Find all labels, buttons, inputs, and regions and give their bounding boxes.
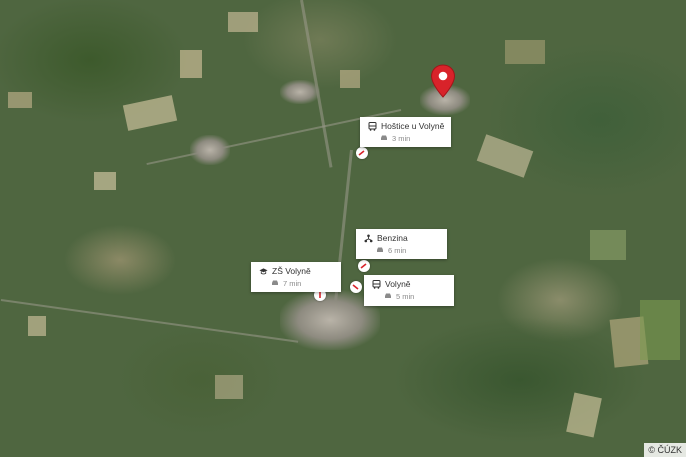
car-icon [380, 134, 389, 143]
poi-travel-time: 5 min [396, 292, 415, 301]
poi-travel-time: 6 min [388, 246, 407, 255]
field-patch [640, 300, 680, 360]
field-patch [122, 95, 178, 131]
satellite-map[interactable]: Hoštice u Volyně 3 min Benzina 6 min ZŠ … [0, 0, 686, 457]
route-marker[interactable] [350, 281, 362, 293]
field-patch [340, 70, 360, 88]
poi-name: Hoštice u Volyně [381, 121, 445, 131]
field-patch [476, 134, 534, 178]
field-patch [94, 172, 116, 190]
car-icon [384, 292, 393, 301]
field-patch [228, 12, 258, 32]
town-area [190, 135, 230, 165]
poi-card-benzina[interactable]: Benzina 6 min [356, 229, 447, 259]
poi-card-zs-volyne[interactable]: ZŠ Volyně 7 min [251, 262, 341, 292]
poi-travel-time: 7 min [283, 279, 302, 288]
field-patch [180, 50, 202, 78]
poi-name: ZŠ Volyně [272, 266, 311, 276]
school-icon [259, 267, 268, 276]
field-patch [566, 392, 602, 438]
town-area [280, 80, 320, 104]
car-icon [271, 279, 280, 288]
poi-name: Volyně [385, 279, 411, 289]
fuel-network-icon [364, 234, 373, 243]
car-icon [376, 246, 385, 255]
bus-icon [372, 279, 381, 289]
poi-card-volyne[interactable]: Volyně 5 min [364, 275, 454, 306]
field-patch [28, 316, 46, 336]
bus-icon [368, 121, 377, 131]
field-patch [505, 40, 545, 64]
field-patch [590, 230, 626, 260]
route-marker[interactable] [356, 147, 368, 159]
map-copyright[interactable]: © ČÚZK [644, 443, 686, 457]
field-patch [215, 375, 243, 399]
field-patch [8, 92, 32, 108]
route-marker[interactable] [358, 260, 370, 272]
location-pin-icon[interactable] [430, 64, 456, 98]
poi-card-hostice[interactable]: Hoštice u Volyně 3 min [360, 117, 451, 147]
poi-name: Benzina [377, 233, 408, 243]
poi-travel-time: 3 min [392, 134, 411, 143]
